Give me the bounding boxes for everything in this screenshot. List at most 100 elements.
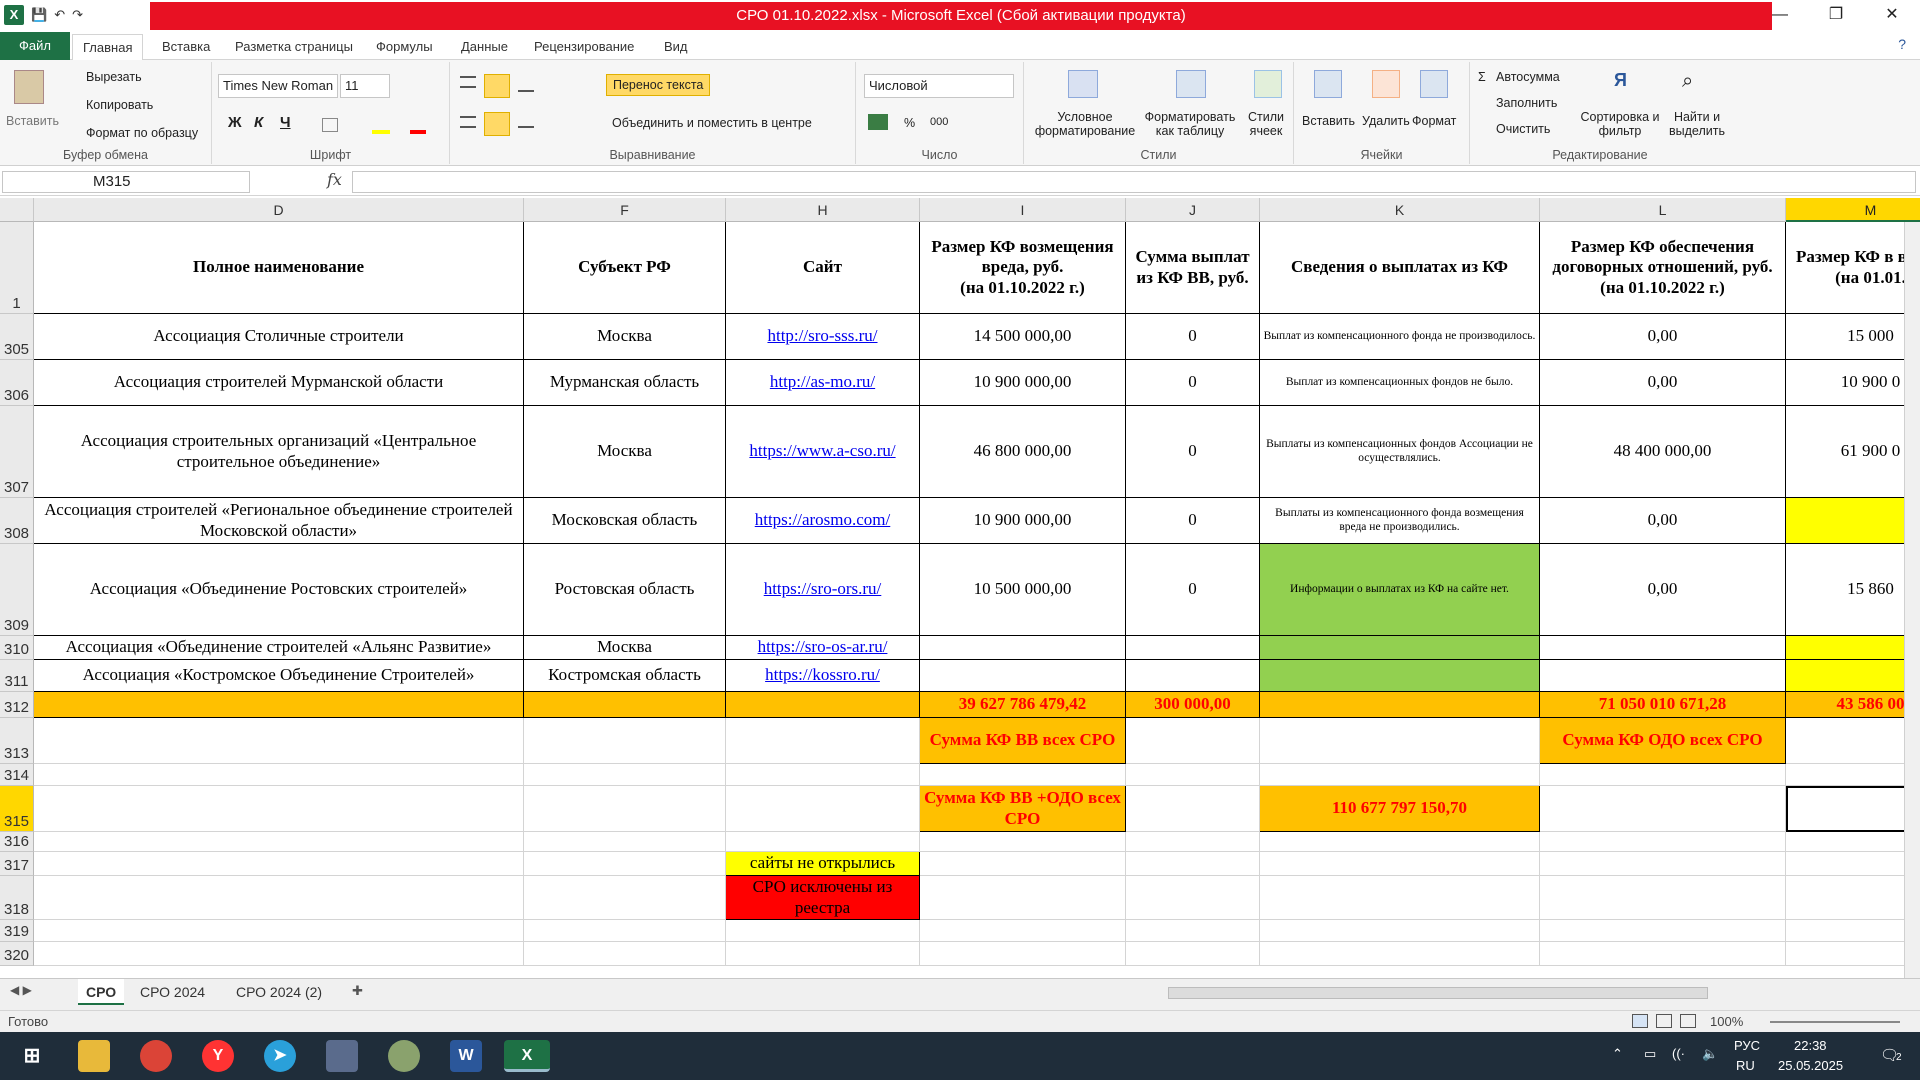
insert-cells-button[interactable]: Вставить — [1302, 114, 1355, 128]
cell-col-d-311[interactable]: Ассоциация «Костромское Объединение Стро… — [34, 660, 524, 692]
paste-icon[interactable] — [14, 70, 44, 104]
cell-col-h-308[interactable]: https://arosmo.com/ — [726, 498, 920, 544]
autosum-icon[interactable]: Σ — [1478, 70, 1486, 84]
cell-col-j-310[interactable] — [1126, 636, 1260, 660]
cell-col-l-309[interactable]: 0,00 — [1540, 544, 1786, 636]
header-cell-col-d[interactable]: Полное наименование — [34, 222, 524, 314]
cell-col-l-316[interactable] — [1540, 832, 1786, 852]
cell-col-j-315[interactable] — [1126, 786, 1260, 832]
column-header-d[interactable]: D — [34, 198, 524, 222]
cell-col-l-315[interactable] — [1540, 786, 1786, 832]
page-break-view-icon[interactable] — [1680, 1014, 1696, 1028]
cell-col-k-305[interactable]: Выплат из компенсационного фонда не прои… — [1260, 314, 1540, 360]
cell-col-h-311[interactable]: https://kossro.ru/ — [726, 660, 920, 692]
row-header-317[interactable]: 317 — [0, 852, 34, 876]
vertical-scrollbar[interactable] — [1904, 222, 1920, 978]
cell-col-f-315[interactable] — [524, 786, 726, 832]
cell-col-f-310[interactable]: Москва — [524, 636, 726, 660]
number-format-select[interactable]: Числовой — [864, 74, 1014, 98]
header-cell-col-k[interactable]: Сведения о выплатах из КФ — [1260, 222, 1540, 314]
cell-col-f-320[interactable] — [524, 942, 726, 966]
cell-col-h-306[interactable]: http://as-mo.ru/ — [726, 360, 920, 406]
cell-col-m-311[interactable] — [1786, 660, 1920, 692]
row-header-310[interactable]: 310 — [0, 636, 34, 660]
header-cell-col-j[interactable]: Сумма выплат из КФ ВВ, руб. — [1126, 222, 1260, 314]
cell-col-d-309[interactable]: Ассоциация «Объединение Ростовских строи… — [34, 544, 524, 636]
undo-icon[interactable]: ↶ — [54, 7, 65, 23]
cell-col-d-319[interactable] — [34, 920, 524, 942]
cell-col-l-307[interactable]: 48 400 000,00 — [1540, 406, 1786, 498]
cell-col-h-307[interactable]: https://www.a-cso.ru/ — [726, 406, 920, 498]
cell-col-d-310[interactable]: Ассоциация «Объединение строителей «Алья… — [34, 636, 524, 660]
page-layout-view-icon[interactable] — [1656, 1014, 1672, 1028]
cell-col-k-316[interactable] — [1260, 832, 1540, 852]
cell-col-h-312[interactable] — [726, 692, 920, 718]
cell-col-k-314[interactable] — [1260, 764, 1540, 786]
tray-chevron-icon[interactable]: ⌃ — [1612, 1046, 1623, 1062]
cell-col-i-310[interactable] — [920, 636, 1126, 660]
cell-col-m-320[interactable] — [1786, 942, 1920, 966]
cell-col-l-318[interactable] — [1540, 876, 1786, 920]
app-icon[interactable] — [326, 1040, 358, 1072]
cell-col-f-314[interactable] — [524, 764, 726, 786]
cell-col-f-318[interactable] — [524, 876, 726, 920]
tab-page-layout[interactable]: Разметка страницы — [225, 34, 363, 60]
tab-insert[interactable]: Вставка — [152, 34, 220, 60]
cell-col-k-308[interactable]: Выплаты из компенсационного фонда возмещ… — [1260, 498, 1540, 544]
cell-col-i-313[interactable]: Сумма КФ ВВ всех СРО — [920, 718, 1126, 764]
cell-col-l-311[interactable] — [1540, 660, 1786, 692]
column-header-f[interactable]: F — [524, 198, 726, 222]
tab-file[interactable]: Файл — [0, 32, 70, 60]
conditional-format-button[interactable]: Условное форматирование — [1030, 110, 1140, 138]
cell-col-f-316[interactable] — [524, 832, 726, 852]
row-header-1[interactable]: 1 — [0, 222, 34, 314]
row-header-307[interactable]: 307 — [0, 406, 34, 498]
fill-color-icon[interactable] — [372, 118, 390, 134]
cell-col-j-320[interactable] — [1126, 942, 1260, 966]
cell-col-k-307[interactable]: Выплаты из компенсационных фондов Ассоци… — [1260, 406, 1540, 498]
cell-col-d-308[interactable]: Ассоциация строителей «Региональное объе… — [34, 498, 524, 544]
cell-col-i-308[interactable]: 10 900 000,00 — [920, 498, 1126, 544]
sheet-nav-icon[interactable]: ◀ ▶ — [10, 983, 32, 997]
sort-filter-icon[interactable]: Я — [1614, 70, 1642, 98]
cell-col-f-312[interactable] — [524, 692, 726, 718]
header-cell-col-h[interactable]: Сайт — [726, 222, 920, 314]
cell-col-d-317[interactable] — [34, 852, 524, 876]
thousands-button[interactable]: 000 — [930, 116, 948, 128]
delete-cells-icon[interactable] — [1372, 70, 1400, 98]
cell-col-f-313[interactable] — [524, 718, 726, 764]
cell-col-j-314[interactable] — [1126, 764, 1260, 786]
cell-col-h-319[interactable] — [726, 920, 920, 942]
row-header-319[interactable]: 319 — [0, 920, 34, 942]
normal-view-icon[interactable] — [1632, 1014, 1648, 1028]
cell-col-f-308[interactable]: Московская область — [524, 498, 726, 544]
sheet-tab-sro-2024[interactable]: СРО 2024 — [132, 979, 213, 1005]
new-sheet-icon[interactable]: ✚ — [352, 983, 363, 999]
wifi-icon[interactable]: ((· — [1672, 1046, 1685, 1061]
cell-col-h-305[interactable]: http://sro-sss.ru/ — [726, 314, 920, 360]
cell-col-l-320[interactable] — [1540, 942, 1786, 966]
cell-col-j-317[interactable] — [1126, 852, 1260, 876]
cell-col-j-307[interactable]: 0 — [1126, 406, 1260, 498]
row-header-313[interactable]: 313 — [0, 718, 34, 764]
cell-col-h-315[interactable] — [726, 786, 920, 832]
tab-view[interactable]: Вид — [654, 34, 698, 60]
cut-button[interactable]: Вырезать — [86, 70, 142, 84]
cell-col-m-306[interactable]: 10 900 0 — [1786, 360, 1920, 406]
save-icon[interactable]: 💾 — [31, 7, 47, 23]
row-header-311[interactable]: 311 — [0, 660, 34, 692]
cell-col-k-317[interactable] — [1260, 852, 1540, 876]
cell-col-i-320[interactable] — [920, 942, 1126, 966]
cell-col-m-308[interactable] — [1786, 498, 1920, 544]
cell-col-k-319[interactable] — [1260, 920, 1540, 942]
row-header-314[interactable]: 314 — [0, 764, 34, 786]
cell-col-m-317[interactable] — [1786, 852, 1920, 876]
find-select-button[interactable]: Найти и выделить — [1666, 110, 1728, 138]
cell-col-j-305[interactable]: 0 — [1126, 314, 1260, 360]
column-header-i[interactable]: I — [920, 198, 1126, 222]
formula-input[interactable] — [352, 171, 1916, 193]
autosum-button[interactable]: Автосумма — [1496, 70, 1560, 84]
cell-col-j-306[interactable]: 0 — [1126, 360, 1260, 406]
tab-review[interactable]: Рецензирование — [524, 34, 644, 60]
close-icon[interactable]: ✕ — [1864, 0, 1920, 30]
